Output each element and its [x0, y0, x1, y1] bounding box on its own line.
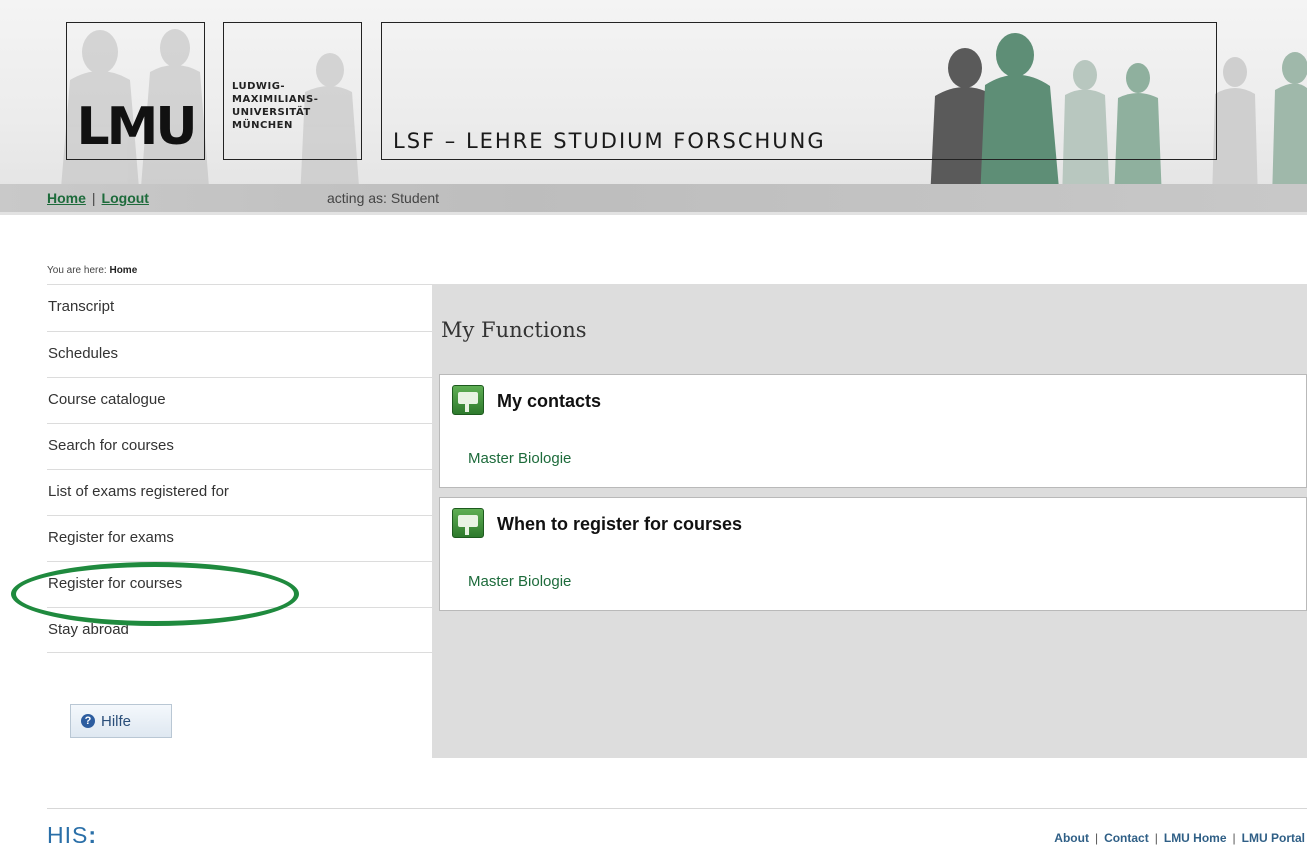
top-nav-links: Home | Logout [47, 190, 149, 206]
footer-divider [47, 808, 1307, 809]
university-name: LUDWIG- MAXIMILIANS- UNIVERSITÄT MÜNCHEN [232, 81, 319, 131]
sidebar-item-register-exams[interactable]: Register for exams [47, 515, 432, 561]
help-button-label: Hilfe [101, 712, 132, 730]
top-nav-bar [0, 184, 1307, 212]
acting-as-label: acting as: Student [327, 190, 440, 206]
footer-links: About | Contact | LMU Home | LMU Portal [1054, 831, 1305, 845]
lmu-logo: LMU [66, 22, 205, 160]
breadcrumb-current: Home [109, 265, 138, 276]
his-logo: HIS: [47, 822, 97, 849]
register-courses-link[interactable]: Master Biologie [468, 573, 571, 590]
help-button[interactable]: ? Hilfe [70, 704, 172, 738]
nav-separator: | [91, 190, 96, 206]
his-logo-text: HIS [47, 822, 89, 848]
breadcrumb-prefix: You are here: [47, 265, 107, 276]
lmu-logo-text: LMU [76, 97, 197, 157]
contacts-icon [452, 385, 484, 415]
footer-about-link[interactable]: About [1054, 831, 1089, 845]
sidebar-item-stay-abroad[interactable]: Stay abroad [47, 607, 432, 653]
his-logo-colon: : [88, 822, 98, 848]
sidebar-item-schedules[interactable]: Schedules [47, 331, 432, 377]
my-contacts-link[interactable]: Master Biologie [468, 450, 571, 467]
register-courses-box: When to register for courses Master Biol… [439, 497, 1307, 611]
home-link[interactable]: Home [47, 190, 86, 206]
page-title: My Functions [441, 318, 587, 342]
sidebar-item-search-courses[interactable]: Search for courses [47, 423, 432, 469]
register-courses-title: When to register for courses [497, 514, 743, 534]
sidebar-menu: Transcript Schedules Course catalogue Se… [47, 284, 432, 653]
site-header: LMU LUDWIG- MAXIMILIANS- UNIVERSITÄT MÜN… [0, 0, 1307, 215]
site-title: LSF – LEHRE STUDIUM FORSCHUNG [393, 129, 826, 153]
logout-link[interactable]: Logout [102, 190, 149, 206]
footer-contact-link[interactable]: Contact [1104, 831, 1149, 845]
footer-lmu-portal-link[interactable]: LMU Portal [1242, 831, 1305, 845]
university-name-box: LUDWIG- MAXIMILIANS- UNIVERSITÄT MÜNCHEN [223, 22, 362, 160]
my-contacts-box: My contacts Master Biologie [439, 374, 1307, 488]
sidebar-item-transcript[interactable]: Transcript [47, 284, 432, 331]
question-icon: ? [81, 714, 95, 728]
calendar-icon [452, 508, 484, 538]
footer-lmu-home-link[interactable]: LMU Home [1164, 831, 1227, 845]
sidebar-item-course-catalogue[interactable]: Course catalogue [47, 377, 432, 423]
sidebar-item-register-courses[interactable]: Register for courses [47, 561, 432, 607]
my-contacts-title: My contacts [497, 391, 602, 411]
breadcrumb: You are here: Home [47, 265, 137, 276]
sidebar-item-exams-registered[interactable]: List of exams registered for [47, 469, 432, 515]
